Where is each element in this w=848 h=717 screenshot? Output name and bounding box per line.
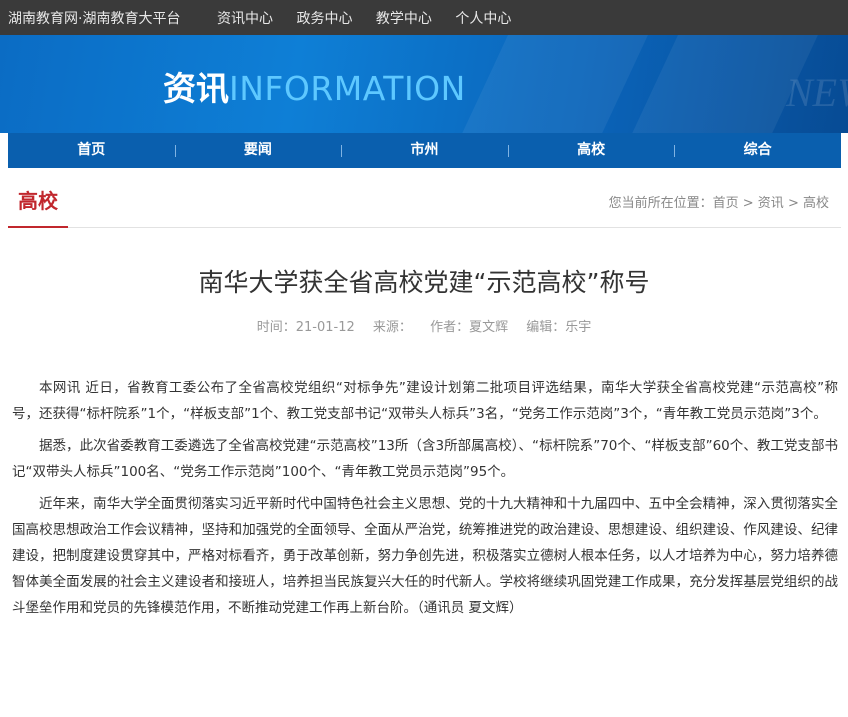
breadcrumb: 您当前所在位置：首页 > 资讯 > 高校 xyxy=(609,192,829,211)
article-author: 作者：夏文辉 xyxy=(430,320,509,335)
top-nav-government-center[interactable]: 政务中心 xyxy=(296,11,352,27)
banner-title-zh: 资讯 xyxy=(163,69,229,108)
article-meta: 时间：21-01-12 来源： 作者：夏文辉 编辑：乐宇 xyxy=(0,316,848,335)
top-nav: 资讯中心 政务中心 教学中心 个人中心 xyxy=(217,8,530,28)
breadcrumb-universities[interactable]: 高校 xyxy=(803,196,829,211)
banner-title-en: INFORMATION xyxy=(229,69,466,108)
article-time: 时间：21-01-12 xyxy=(256,320,355,335)
section-header: 高校 您当前所在位置：首页 > 资讯 > 高校 xyxy=(8,182,841,228)
site-name-link[interactable]: 湖南教育网·湖南教育大平台 xyxy=(8,8,180,28)
nav-item-home[interactable]: 首页 xyxy=(8,133,175,168)
article-paragraph: 本网讯 近日，省教育工委公布了全省高校党组织“对标争先”建设计划第二批项目评选结… xyxy=(12,380,838,422)
breadcrumb-separator: > xyxy=(738,196,758,211)
top-bar: 湖南教育网·湖南教育大平台 资讯中心 政务中心 教学中心 个人中心 xyxy=(0,0,848,35)
article-paragraph: 近年来，南华大学全面贯彻落实习近平新时代中国特色社会主义思想、党的十九大精神和十… xyxy=(12,496,838,616)
nav-item-universities[interactable]: 高校 xyxy=(507,133,675,168)
main-nav: 首页 要闻 市州 高校 综合 xyxy=(8,133,841,168)
breadcrumb-separator: > xyxy=(783,196,803,211)
article-source: 来源： xyxy=(372,320,412,335)
top-nav-news-center[interactable]: 资讯中心 xyxy=(217,11,273,27)
nav-item-headlines[interactable]: 要闻 xyxy=(174,133,342,168)
nav-item-cities[interactable]: 市州 xyxy=(341,133,508,168)
article-body: 本网讯 近日，省教育工委公布了全省高校党组织“对标争先”建设计划第二批项目评选结… xyxy=(12,375,838,627)
section-label: 高校 xyxy=(8,182,68,228)
top-nav-personal-center[interactable]: 个人中心 xyxy=(455,11,511,27)
banner-light-ray xyxy=(433,35,667,133)
article-paragraph: 据悉，此次省委教育工委遴选了全省高校党建“示范高校”13所（含3所部属高校）、“… xyxy=(12,438,838,480)
article-title: 南华大学获全省高校党建“示范高校”称号 xyxy=(198,268,650,297)
breadcrumb-prefix: 您当前所在位置： xyxy=(608,196,713,211)
breadcrumb-news[interactable]: 资讯 xyxy=(758,196,784,211)
banner-title: 资讯INFORMATION xyxy=(163,71,466,107)
information-banner: 资讯INFORMATION NEW xyxy=(0,35,848,133)
nav-item-general[interactable]: 综合 xyxy=(674,133,841,168)
top-nav-teaching-center[interactable]: 教学中心 xyxy=(376,11,432,27)
banner-news-watermark: NEW xyxy=(786,70,848,115)
breadcrumb-home[interactable]: 首页 xyxy=(713,196,739,211)
article-editor: 编辑：乐宇 xyxy=(526,320,592,335)
